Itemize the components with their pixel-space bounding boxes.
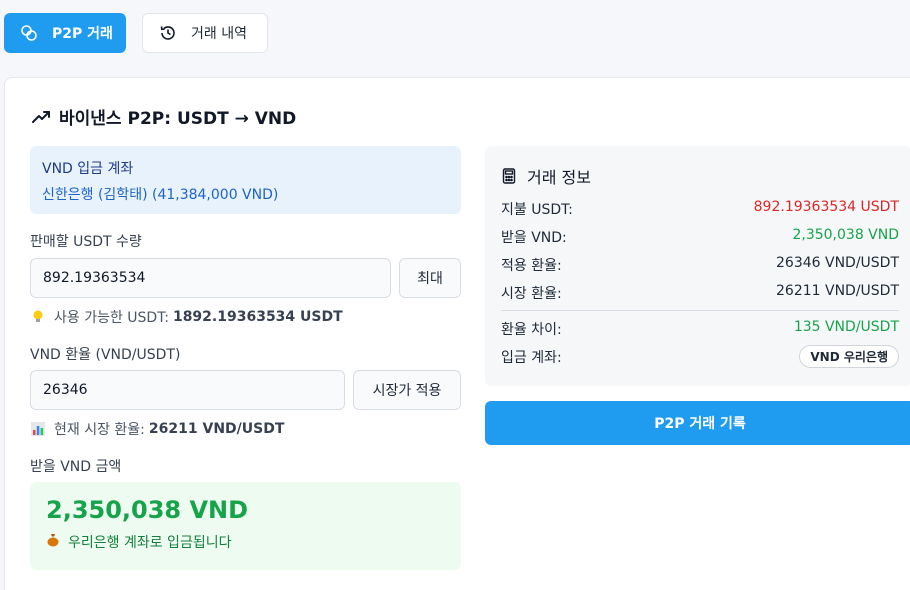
info-value: 2,350,038 VND xyxy=(792,227,899,243)
market-rate-prefix: 현재 시장 환율: xyxy=(54,422,145,438)
info-label: 환율 차이: xyxy=(501,322,562,338)
tab-bar: P2P 거래 거래 내역 xyxy=(4,13,268,53)
trade-info-title: 거래 정보 xyxy=(501,164,591,188)
info-label: 시장 환율: xyxy=(501,286,562,302)
info-row-market-rate: 시장 환율: 26211 VND/USDT xyxy=(501,283,899,303)
receive-amount-box: 2,350,038 VND 우리은행 계좌로 입금됩니다 xyxy=(30,482,461,570)
receive-vnd-label: 받을 VND 금액 xyxy=(30,459,122,475)
money-bag-icon xyxy=(46,533,60,551)
deposit-account-value: 신한은행 (김학태) (41,384,000 VND) xyxy=(42,187,279,203)
available-usdt-prefix: 사용 가능한 USDT: xyxy=(54,310,169,326)
receive-note: 우리은행 계좌로 입금됩니다 xyxy=(46,532,445,552)
trade-info-title-text: 거래 정보 xyxy=(527,168,591,187)
available-usdt-value: 1892.19363534 USDT xyxy=(172,309,343,325)
calculator-icon xyxy=(501,168,517,184)
deposit-bank-badge: VND 우리은행 xyxy=(799,345,899,368)
info-value: 135 VND/USDT xyxy=(793,319,899,335)
apply-market-rate-button[interactable]: 시장가 적용 xyxy=(353,370,461,410)
usdt-amount-label: 판매할 USDT 수량 xyxy=(30,234,142,250)
p2p-card: 바이낸스 P2P: USDT → VND VND 입금 계좌 신한은행 (김학태… xyxy=(4,77,910,590)
info-label: 받을 VND: xyxy=(501,230,567,246)
divider xyxy=(501,310,899,311)
tab-history[interactable]: 거래 내역 xyxy=(142,13,268,53)
info-value: 26346 VND/USDT xyxy=(776,255,899,271)
lightbulb-icon xyxy=(30,309,46,325)
info-row-pay-usdt: 지불 USDT: 892.19363534 USDT xyxy=(501,199,899,219)
coins-icon xyxy=(20,24,38,42)
tab-p2p-label: P2P 거래 xyxy=(52,26,113,42)
usdt-amount-input[interactable]: 892.19363534 xyxy=(30,258,391,298)
max-button[interactable]: 최대 xyxy=(399,258,461,298)
info-row-deposit-account: 입금 계좌: VND 우리은행 xyxy=(501,345,899,368)
tab-history-label: 거래 내역 xyxy=(191,26,247,42)
trending-up-icon xyxy=(31,107,51,127)
market-rate-value: 26211 VND/USDT xyxy=(148,421,285,437)
bar-chart-icon xyxy=(30,421,46,437)
receive-amount-value: 2,350,038 VND xyxy=(46,496,249,524)
info-row-applied-rate: 적용 환율: 26346 VND/USDT xyxy=(501,255,899,275)
market-rate-hint: 현재 시장 환율: 26211 VND/USDT xyxy=(30,419,284,439)
record-p2p-trade-button[interactable]: P2P 거래 기록 xyxy=(485,401,910,445)
history-icon xyxy=(159,24,177,42)
info-label: 지불 USDT: xyxy=(501,202,573,218)
info-value: 892.19363534 USDT xyxy=(753,199,899,215)
rate-input[interactable]: 26346 xyxy=(30,370,345,410)
receive-note-text: 우리은행 계좌로 입금됩니다 xyxy=(68,535,232,551)
rate-label: VND 환율 (VND/USDT) xyxy=(30,347,181,363)
trade-info-panel: 거래 정보 지불 USDT: 892.19363534 USDT 받을 VND:… xyxy=(485,146,910,386)
tab-p2p-trade[interactable]: P2P 거래 xyxy=(4,13,126,53)
info-row-receive-vnd: 받을 VND: 2,350,038 VND xyxy=(501,227,899,247)
available-usdt-hint: 사용 가능한 USDT: 1892.19363534 USDT xyxy=(30,307,343,327)
info-value: 26211 VND/USDT xyxy=(776,283,899,299)
info-label: 적용 환율: xyxy=(501,258,562,274)
page-title: 바이낸스 P2P: USDT → VND xyxy=(31,104,296,129)
info-row-rate-diff: 환율 차이: 135 VND/USDT xyxy=(501,319,899,339)
page-title-text: 바이낸스 P2P: USDT → VND xyxy=(59,109,297,129)
info-label: 입금 계좌: xyxy=(501,349,562,366)
deposit-account-label: VND 입금 계좌 xyxy=(42,161,134,177)
deposit-account-box: VND 입금 계좌 신한은행 (김학태) (41,384,000 VND) xyxy=(30,146,461,214)
